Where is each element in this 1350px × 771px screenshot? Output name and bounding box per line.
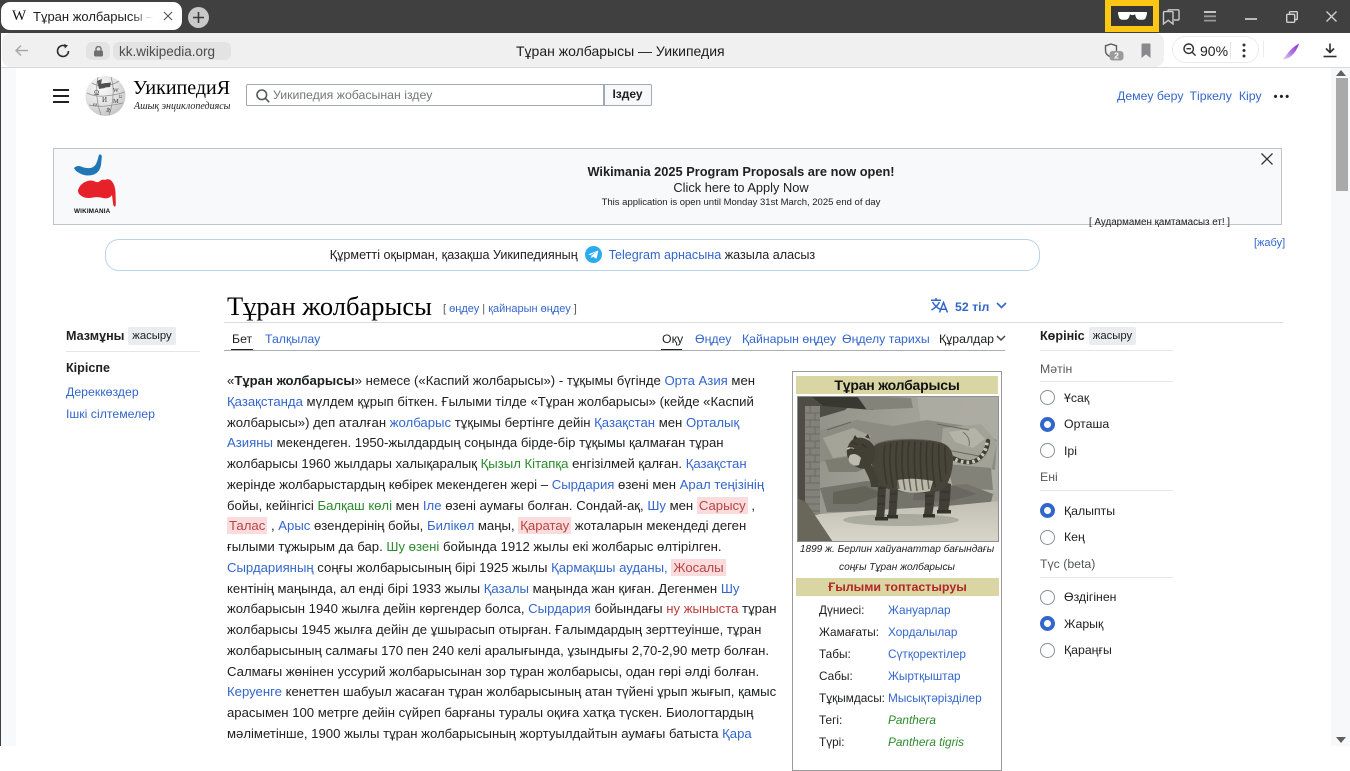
svg-text:ע: ע <box>119 94 122 100</box>
svg-text:あ: あ <box>106 108 111 114</box>
svg-text:ω: ω <box>93 102 97 108</box>
svg-text:WIKIMANIA: WIKIMANIA <box>74 208 111 215</box>
svg-text:И: И <box>102 96 107 104</box>
svg-text:2: 2 <box>1114 50 1119 60</box>
svg-text:Ω: Ω <box>94 89 99 97</box>
svg-text:W: W <box>113 88 119 94</box>
